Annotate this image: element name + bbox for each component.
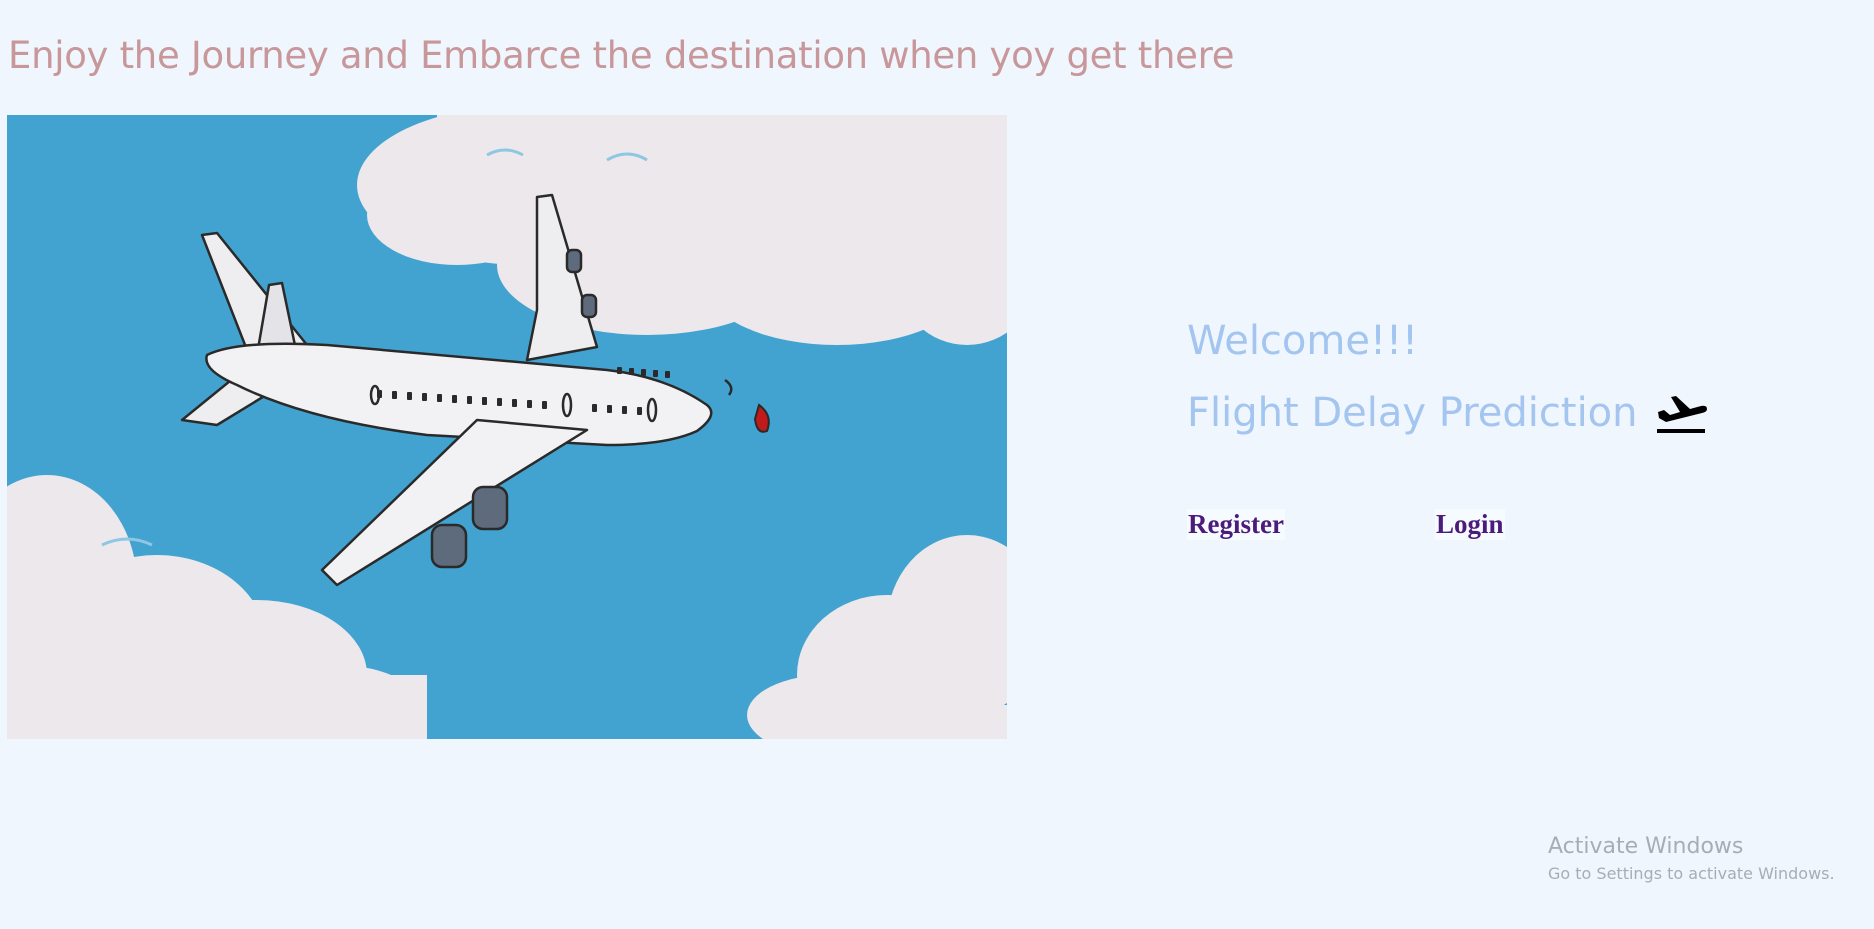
watermark-subtitle: Go to Settings to activate Windows. bbox=[1548, 864, 1835, 883]
login-link[interactable]: Login bbox=[1435, 509, 1505, 540]
activate-windows-watermark: Activate Windows Go to Settings to activ… bbox=[1548, 832, 1835, 886]
page-tagline: Enjoy the Journey and Embarce the destin… bbox=[8, 34, 1235, 77]
app-title-text: Flight Delay Prediction bbox=[1187, 390, 1638, 436]
watermark-title: Activate Windows bbox=[1548, 834, 1744, 859]
welcome-heading: Welcome!!! bbox=[1187, 318, 1419, 364]
app-title: Flight Delay Prediction bbox=[1187, 388, 1710, 438]
airplane-takeoff-icon bbox=[1654, 388, 1710, 438]
hero-airplane-image bbox=[7, 115, 1007, 739]
register-link[interactable]: Register bbox=[1187, 509, 1285, 540]
